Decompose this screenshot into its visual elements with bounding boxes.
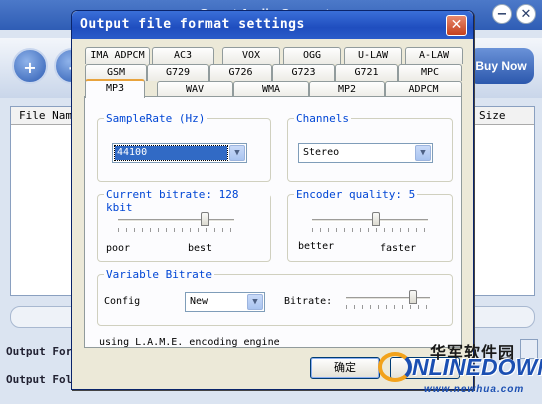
quality-max-label: faster [380, 243, 417, 254]
chevron-down-icon[interactable]: ▼ [415, 145, 431, 161]
quality-group: Encoder quality: 5 better faster [287, 188, 453, 262]
tab-mpc[interactable]: MPC [398, 64, 462, 81]
chevron-down-icon[interactable]: ▼ [247, 294, 263, 310]
quality-label: Encoder quality: 5 [294, 188, 418, 201]
minimize-button[interactable]: − [492, 4, 512, 24]
bitrate-min-label: poor [106, 243, 131, 254]
output-settings-dialog: Output file format settings ✕ IMA ADPCM … [71, 10, 474, 390]
tab-ac3[interactable]: AC3 [152, 47, 214, 64]
output-folder-label: Output Fold [6, 373, 79, 386]
tab-ogg[interactable]: OGG [283, 47, 341, 64]
vbr-bitrate-label: Bitrate: [284, 296, 333, 307]
bitrate-label: Current bitrate: 128 kbit [104, 188, 270, 214]
quality-min-label: better [298, 241, 335, 252]
bitrate-slider-track[interactable] [118, 219, 234, 222]
bitrate-ticks [118, 228, 235, 232]
dialog-close-button[interactable]: ✕ [446, 15, 467, 36]
logo-ring-icon [378, 352, 412, 382]
samplerate-group: SampleRate (Hz) 44100 ▼ [97, 112, 271, 182]
channels-group: Channels Stereo ▼ [287, 112, 453, 182]
dialog-title: Output file format settings [80, 17, 305, 32]
column-size[interactable]: Size [471, 107, 534, 125]
vbr-slider-track[interactable] [346, 297, 430, 300]
add-files-button[interactable]: + [12, 48, 48, 84]
vbr-ticks [346, 305, 431, 309]
dialog-titlebar[interactable]: Output file format settings ✕ [72, 11, 473, 39]
tab-a-law[interactable]: A-LAW [405, 47, 463, 64]
tab-g726[interactable]: G726 [209, 64, 272, 81]
chevron-down-icon[interactable]: ▼ [229, 145, 245, 161]
vbr-config-value: New [190, 296, 209, 307]
quality-slider-track[interactable] [312, 219, 428, 222]
channels-select[interactable]: Stereo ▼ [298, 143, 433, 163]
samplerate-value: 44100 [114, 145, 228, 161]
tab-g723[interactable]: G723 [272, 64, 335, 81]
bitrate-max-label: best [188, 243, 213, 254]
vbr-config-select[interactable]: New ▼ [185, 292, 265, 312]
quality-slider-thumb[interactable] [371, 212, 380, 226]
bitrate-group: Current bitrate: 128 kbit poor best [97, 188, 271, 262]
tab-u-law[interactable]: U-LAW [344, 47, 402, 64]
watermark-url: www.newhua.com [424, 384, 525, 395]
quality-ticks [312, 228, 429, 232]
site-watermark-logo: 华军软件园 NLINEDOWN www.newhua.com [378, 336, 542, 402]
output-format-label: Output Form [6, 345, 79, 358]
bitrate-slider-thumb[interactable] [201, 212, 209, 226]
tab-g721[interactable]: G721 [335, 64, 398, 81]
vbr-config-label: Config [104, 296, 141, 307]
app-close-button[interactable]: ✕ [516, 4, 536, 24]
vbr-group: Variable Bitrate Config New ▼ Bitrate: [97, 268, 453, 326]
tab-mp3[interactable]: MP3 [85, 79, 145, 98]
watermark-en: NLINEDOWN [412, 354, 542, 380]
vbr-label: Variable Bitrate [104, 268, 214, 281]
buy-now-button[interactable]: Buy Now [468, 48, 534, 84]
tab-ima-adpcm[interactable]: IMA ADPCM [85, 47, 150, 64]
channels-value: Stereo [303, 147, 340, 158]
samplerate-label: SampleRate (Hz) [104, 112, 208, 125]
vbr-slider-thumb[interactable] [409, 290, 418, 304]
ok-button[interactable]: 确定 [310, 357, 380, 379]
tab-vox[interactable]: VOX [222, 47, 280, 64]
channels-label: Channels [294, 112, 351, 125]
tab-g729[interactable]: G729 [147, 64, 209, 81]
engine-info: using L.A.M.E. encoding engine [99, 337, 280, 348]
mp3-settings-panel: SampleRate (Hz) 44100 ▼ Channels Stereo … [84, 96, 462, 348]
samplerate-select[interactable]: 44100 ▼ [112, 143, 247, 163]
